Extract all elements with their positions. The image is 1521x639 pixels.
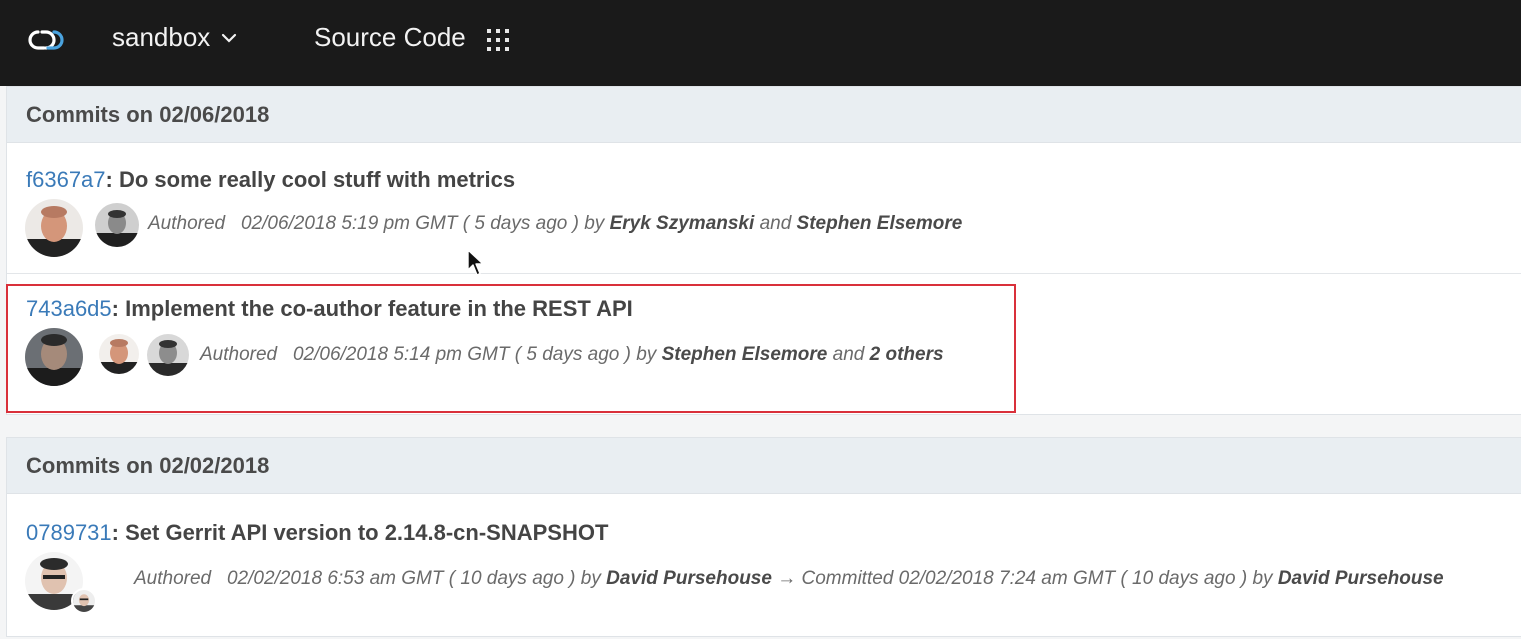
commit-separator: : [111, 296, 119, 321]
avatar[interactable] [95, 203, 139, 247]
arrow-icon: → [777, 568, 797, 589]
commit-row: f6367a7: Do some really cool stuff with … [7, 143, 1521, 274]
grid-icon[interactable] [486, 28, 510, 52]
author-name[interactable]: Stephen Elsemore [797, 213, 963, 234]
committer-name[interactable]: David Pursehouse [1278, 568, 1444, 589]
commit-title: 0789731: Set Gerrit API version to 2.14.… [26, 520, 608, 546]
commit-row: 0789731: Set Gerrit API version to 2.14.… [7, 494, 1521, 636]
commit-sha-link[interactable]: 743a6d5 [26, 296, 112, 321]
commit-row: 743a6d5: Implement the co-author feature… [7, 274, 1521, 414]
section-title[interactable]: Source Code [314, 22, 466, 53]
authored-label: Authored [134, 568, 212, 589]
and-label: and [759, 213, 792, 234]
commit-meta: Authored 02/02/2018 6:53 am GMT ( 10 day… [134, 568, 1444, 590]
authored-date: 02/02/2018 6:53 am GMT [226, 568, 444, 589]
relative-time: ( 5 days ago ) [514, 344, 631, 365]
commit-message[interactable]: Implement the co-author feature in the R… [125, 296, 633, 321]
cloud-logo-icon[interactable] [24, 26, 76, 54]
avatar[interactable] [99, 334, 139, 374]
commit-title: f6367a7: Do some really cool stuff with … [26, 167, 515, 193]
commit-group: Commits on 02/02/2018 0789731: Set Gerri… [6, 437, 1521, 637]
avatar[interactable] [25, 199, 83, 257]
project-name: sandbox [112, 22, 211, 52]
commit-message[interactable]: Set Gerrit API version to 2.14.8-cn-SNAP… [125, 520, 608, 545]
commit-meta: Authored 02/06/2018 5:14 pm GMT ( 5 days… [200, 344, 944, 366]
relative-time: ( 10 days ago ) [448, 568, 576, 589]
project-selector[interactable]: sandbox [112, 22, 238, 53]
authored-label: Authored [200, 344, 278, 365]
commit-separator: : [111, 520, 119, 545]
commit-title: 743a6d5: Implement the co-author feature… [26, 296, 633, 322]
commit-group-heading: Commits on 02/06/2018 [7, 87, 1521, 143]
authored-label: Authored [148, 213, 226, 234]
top-navigation-bar: sandbox Source Code [0, 0, 1521, 86]
by-label: by [636, 344, 657, 365]
and-label: and [832, 344, 865, 365]
avatar[interactable] [25, 328, 83, 386]
author-name[interactable]: David Pursehouse [606, 568, 772, 589]
commit-separator: : [105, 167, 113, 192]
committed-label: Committed [801, 568, 894, 589]
by-label: by [1252, 568, 1273, 589]
others-link[interactable]: 2 others [870, 344, 944, 365]
mouse-cursor-icon [467, 249, 484, 276]
author-name[interactable]: Stephen Elsemore [662, 344, 828, 365]
avatar[interactable] [71, 588, 97, 614]
authored-date: 02/06/2018 5:19 pm GMT [240, 213, 458, 234]
authored-date: 02/06/2018 5:14 pm GMT [292, 344, 510, 365]
avatar[interactable] [147, 334, 189, 376]
by-label: by [580, 568, 601, 589]
relative-time: ( 5 days ago ) [462, 213, 579, 234]
commit-group: Commits on 02/06/2018 f6367a7: Do some r… [6, 86, 1521, 415]
relative-time: ( 10 days ago ) [1120, 568, 1248, 589]
committed-date: 02/02/2018 7:24 am GMT [898, 568, 1116, 589]
chevron-down-icon [222, 33, 237, 43]
commit-message[interactable]: Do some really cool stuff with metrics [119, 167, 515, 192]
by-label: by [584, 213, 605, 234]
commit-group-heading: Commits on 02/02/2018 [7, 438, 1521, 494]
commit-sha-link[interactable]: 0789731 [26, 520, 112, 545]
commit-meta: Authored 02/06/2018 5:19 pm GMT ( 5 days… [148, 213, 962, 235]
commit-sha-link[interactable]: f6367a7 [26, 167, 106, 192]
author-name[interactable]: Eryk Szymanski [610, 213, 755, 234]
